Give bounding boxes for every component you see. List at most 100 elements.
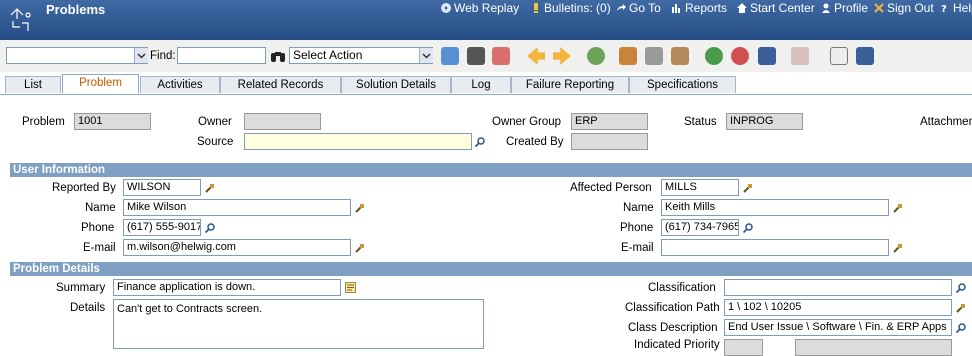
detail-menu-icon[interactable] (893, 243, 903, 253)
profile-label: Profile (834, 1, 869, 15)
profile-link[interactable]: Profile (821, 1, 868, 15)
go-to-link[interactable]: Go To (616, 1, 661, 15)
detail-menu-icon[interactable] (893, 203, 903, 213)
detail-menu-icon[interactable] (355, 203, 365, 213)
problem-label: Problem (22, 116, 65, 128)
search-icon[interactable] (743, 223, 753, 233)
go-to-label: Go To (629, 1, 661, 15)
bulletins-label: Bulletins: (0) (544, 1, 611, 15)
user-information-section-header: User Information (10, 163, 972, 177)
reported-by-label: Reported By (52, 182, 116, 194)
tab-list[interactable]: List (5, 76, 61, 93)
classification-path-label: Classification Path (625, 302, 720, 314)
details-label: Details (70, 302, 106, 314)
stack-icon[interactable] (671, 47, 689, 65)
start-center-link[interactable]: Start Center (737, 1, 815, 15)
detail-menu-icon[interactable] (205, 183, 215, 193)
play-icon (441, 3, 451, 13)
source-label: Source (197, 136, 234, 148)
name-label: Name (85, 202, 116, 214)
email-input[interactable]: m.wilson@helwig.com (123, 239, 351, 256)
search-icon[interactable] (956, 323, 966, 333)
long-description-icon[interactable] (345, 282, 356, 293)
sign-out-link[interactable]: Sign Out (874, 1, 934, 15)
tab-failure-reporting[interactable]: Failure Reporting (511, 76, 629, 93)
find-label: Find: (150, 50, 176, 62)
query-select[interactable] (6, 47, 148, 64)
document-icon[interactable] (645, 47, 663, 65)
affected-phone-input[interactable]: (617) 734-7965 (661, 219, 739, 236)
tab-solution-details[interactable]: Solution Details (341, 76, 451, 93)
name-input[interactable]: Mike Wilson (123, 199, 351, 216)
tab-problem[interactable]: Problem (62, 74, 139, 93)
phone-input[interactable]: (617) 555-9017 (123, 219, 201, 236)
find-input[interactable] (177, 47, 266, 64)
classification-path-input[interactable]: 1 \ 102 \ 10205 (724, 299, 952, 316)
notepad-icon[interactable] (830, 47, 848, 65)
timer-red-icon[interactable] (731, 47, 749, 65)
reports-link[interactable]: Reports (672, 1, 727, 15)
details-textarea[interactable]: Can't get to Contracts screen. (113, 299, 484, 349)
reported-by-input[interactable]: WILSON (123, 179, 201, 196)
workflow-icon[interactable] (587, 47, 605, 65)
classification-input[interactable] (724, 279, 952, 296)
search-icon[interactable] (956, 283, 966, 293)
web-replay-link[interactable]: Web Replay (441, 1, 519, 15)
new-record-icon[interactable] (441, 47, 459, 65)
affected-email-input[interactable] (661, 239, 889, 256)
affected-email-label: E-mail (621, 242, 654, 254)
reports-label: Reports (685, 1, 728, 15)
class-description-label: Class Description (628, 322, 718, 334)
page-title: Problems (46, 2, 106, 17)
timer-green-icon[interactable] (705, 47, 723, 65)
book-icon[interactable] (758, 47, 776, 65)
search-icon[interactable] (475, 137, 485, 147)
disabled-link-icon (791, 47, 809, 65)
people-icon[interactable] (619, 47, 637, 65)
select-action-dropdown[interactable]: Select Action (289, 47, 433, 64)
query-dropdown-button[interactable] (134, 48, 148, 63)
sign-out-label: Sign Out (887, 1, 934, 15)
problem-details-section-header: Problem Details (10, 262, 972, 276)
tab-activities[interactable]: Activities (140, 76, 220, 93)
start-center-label: Start Center (750, 1, 815, 15)
detail-menu-icon[interactable] (355, 243, 365, 253)
phone-label: Phone (81, 222, 115, 234)
print-icon[interactable] (856, 47, 874, 65)
email-label: E-mail (83, 242, 116, 254)
affected-name-input[interactable]: Keith Mills (661, 199, 889, 216)
summary-input[interactable]: Finance application is down. (113, 279, 341, 296)
class-description-input[interactable]: End User Issue \ Software \ Fin. & ERP A… (724, 319, 952, 336)
action-dropdown-button[interactable] (419, 48, 433, 63)
help-question-icon: ? (941, 4, 947, 13)
tab-log[interactable]: Log (451, 76, 511, 93)
owner-group-field: ERP (571, 113, 648, 130)
problem-field: 1001 (74, 113, 151, 130)
indicated-priority-field[interactable] (724, 339, 763, 356)
reports-chart-icon (672, 4, 680, 13)
created-by-label: Created By (506, 136, 564, 148)
classification-label: Classification (648, 282, 716, 294)
source-input[interactable] (244, 133, 472, 150)
help-link[interactable]: ? Help (940, 1, 972, 15)
affected-name-label: Name (623, 202, 654, 214)
web-replay-label: Web Replay (454, 1, 520, 15)
affected-person-input[interactable]: MILLS (661, 179, 739, 196)
bulletin-icon (534, 3, 538, 13)
save-icon[interactable] (467, 47, 485, 65)
status-field: INPROG (726, 113, 803, 130)
detail-menu-icon[interactable] (956, 303, 966, 313)
priority-description-field (795, 339, 952, 356)
bulletins-link[interactable]: Bulletins: (0) (531, 1, 611, 15)
binoculars-icon[interactable] (270, 49, 286, 63)
summary-label: Summary (56, 282, 106, 294)
home-icon (737, 3, 747, 13)
tab-specifications[interactable]: Specifications (629, 76, 736, 93)
attachments-label[interactable]: Attachmen (920, 116, 972, 128)
detail-menu-icon[interactable] (743, 183, 753, 193)
maximo-logo-icon (10, 8, 31, 31)
chevron-down-icon (137, 53, 146, 59)
search-icon[interactable] (205, 223, 215, 233)
tab-related-records[interactable]: Related Records (220, 76, 341, 93)
clear-eraser-icon[interactable] (492, 47, 510, 65)
